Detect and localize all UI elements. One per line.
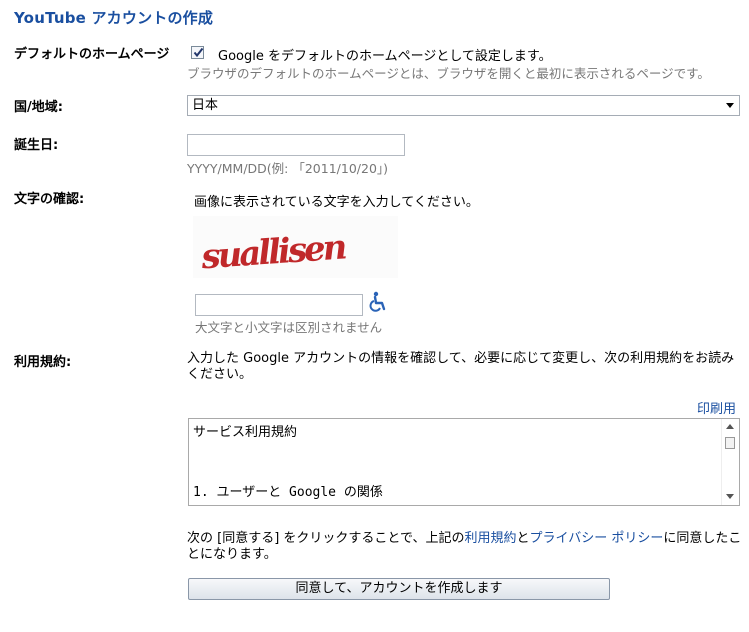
agreement-text: 次の [同意する] をクリックすることで、上記の利用規約とプライバシー ポリシー… bbox=[187, 531, 743, 563]
terms-box-item: 1. ユーザーと Google の関係 bbox=[193, 485, 383, 500]
captcha-image: suallisen bbox=[193, 216, 398, 278]
homepage-hint: ブラウザのデフォルトのホームページとは、ブラウザを開くと最初に表示されるページで… bbox=[187, 66, 710, 81]
chevron-down-icon bbox=[726, 103, 734, 108]
homepage-checkbox-text[interactable]: Google をデフォルトのホームページとして設定します。 bbox=[218, 45, 552, 64]
agreement-prefix: 次の [同意する] をクリックすることで、上記の bbox=[187, 531, 465, 546]
homepage-label: デフォルトのホームページ bbox=[14, 47, 170, 62]
svg-text:suallisen: suallisen bbox=[199, 227, 347, 277]
region-select[interactable]: 日本 bbox=[187, 95, 740, 116]
captcha-input[interactable] bbox=[195, 294, 363, 316]
terms-box-title: サービス利用規約 bbox=[193, 425, 298, 440]
captcha-label: 文字の確認: bbox=[14, 192, 85, 207]
region-label: 国/地域: bbox=[14, 100, 63, 115]
scroll-down-icon[interactable] bbox=[726, 494, 734, 499]
captcha-hint: 大文字と小文字は区別されません bbox=[195, 320, 383, 335]
terms-label: 利用規約: bbox=[14, 355, 72, 370]
wheelchair-icon[interactable] bbox=[368, 291, 388, 313]
scroll-thumb[interactable] bbox=[725, 437, 735, 449]
birthday-input[interactable] bbox=[187, 134, 405, 156]
agreement-and: と bbox=[516, 531, 530, 546]
homepage-checkbox[interactable] bbox=[191, 46, 204, 59]
terms-scrollbar[interactable] bbox=[721, 419, 739, 505]
scroll-up-icon[interactable] bbox=[726, 424, 734, 429]
create-account-button[interactable]: 同意して、アカウントを作成します bbox=[188, 578, 610, 600]
terms-intro: 入力した Google アカウントの情報を確認して、必要に応じて変更し、次の利用… bbox=[187, 351, 735, 382]
captcha-instruction: 画像に表示されている文字を入力してください。 bbox=[194, 195, 479, 210]
checkmark-icon bbox=[193, 47, 204, 58]
print-link[interactable]: 印刷用 bbox=[697, 398, 736, 417]
birthday-hint: YYYY/MM/DD(例: 「2011/10/20」) bbox=[187, 161, 389, 176]
terms-textbox[interactable]: サービス利用規約 1. ユーザーと Google の関係 bbox=[188, 418, 740, 506]
region-selected-value: 日本 bbox=[192, 98, 219, 113]
page-title: YouTube アカウントの作成 bbox=[14, 9, 214, 27]
privacy-policy-link[interactable]: プライバシー ポリシー bbox=[530, 531, 664, 546]
terms-link[interactable]: 利用規約 bbox=[465, 531, 517, 546]
birthday-label: 誕生日: bbox=[14, 138, 59, 153]
